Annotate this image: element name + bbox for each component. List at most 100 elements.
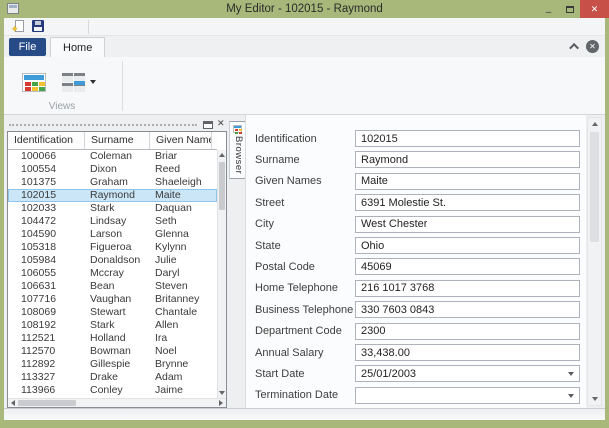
annual-salary-field[interactable]: 33,438.00	[355, 344, 580, 361]
table-row[interactable]: 112521HollandIra	[8, 332, 217, 345]
grid-vertical-scrollbar[interactable]	[217, 150, 226, 398]
table-cell: Reed	[150, 163, 212, 176]
table-row[interactable]: 112570BowmanNoel	[8, 345, 217, 358]
form-row: Start Date25/01/2003	[255, 365, 580, 382]
scrollbar-thumb[interactable]	[18, 400, 76, 406]
table-cell: 113327	[8, 371, 85, 384]
table-cell: 108192	[8, 319, 85, 332]
employee-grid: IdentificationSurnameGiven NamesS 100066…	[7, 131, 227, 408]
table-cell: Gillespie	[85, 358, 150, 371]
table-row[interactable]: 105318FigueroaKylynn	[8, 241, 217, 254]
surname-field[interactable]: Raymond	[355, 151, 580, 168]
table-cell: Britanney	[150, 293, 212, 306]
scroll-up-icon[interactable]	[219, 153, 225, 157]
panel-drag-handle[interactable]: ✕	[7, 121, 226, 130]
dropdown-arrow-icon	[90, 80, 96, 84]
column-header[interactable]: Surname	[85, 132, 150, 150]
table-row[interactable]: 106055MccrayDaryl	[8, 267, 217, 280]
collapse-ribbon-button[interactable]	[572, 43, 579, 50]
field-label: Start Date	[255, 368, 355, 380]
city-field[interactable]: West Chester	[355, 216, 580, 233]
table-cell: Vaughan	[85, 293, 150, 306]
start-date-field[interactable]: 25/01/2003	[355, 365, 580, 382]
table-row[interactable]: 105984DonaldsonJulie	[8, 254, 217, 267]
field-value: 2300	[361, 325, 385, 337]
table-row[interactable]: 100066ColemanBriar	[8, 150, 217, 163]
dropdown-arrow-icon[interactable]	[568, 372, 574, 376]
scrollbar-thumb[interactable]	[219, 162, 225, 210]
street-field[interactable]: 6391 Molestie St.	[355, 194, 580, 211]
quick-access-toolbar: ✦	[4, 18, 605, 36]
column-header[interactable]: Identification	[8, 132, 85, 150]
home-telephone-field[interactable]: 216 1017 3768	[355, 280, 580, 297]
table-row[interactable]: 102015RaymondMaite	[8, 189, 217, 202]
field-value: 6391 Molestie St.	[361, 197, 446, 209]
business-telephone-field[interactable]: 330 7603 0843	[355, 301, 580, 318]
table-row[interactable]: 113966ConleyJaime	[8, 384, 217, 397]
table-row[interactable]: 107716VaughanBritanney	[8, 293, 217, 306]
table-row[interactable]: 113327DrakeAdam	[8, 371, 217, 384]
window-body: ✦ File Home ✕	[4, 18, 605, 420]
pin-icon[interactable]	[203, 121, 213, 129]
scroll-right-icon[interactable]	[219, 400, 223, 406]
table-row[interactable]: 104590LarsonGlenna	[8, 228, 217, 241]
table-cell: 112892	[8, 358, 85, 371]
table-row[interactable]: 106631BeanSteven	[8, 280, 217, 293]
table-row[interactable]: 102033StarkDaquan	[8, 202, 217, 215]
new-document-button[interactable]: ✦	[12, 20, 27, 34]
close-document-icon[interactable]: ✕	[586, 40, 599, 53]
table-cell: Dixon	[85, 163, 150, 176]
table-cell: Julie	[150, 254, 212, 267]
given-names-field[interactable]: Maite	[355, 173, 580, 190]
close-button[interactable]: ✕	[580, 0, 609, 18]
scroll-up-icon[interactable]	[592, 122, 598, 126]
file-button[interactable]: File	[9, 38, 46, 56]
table-cell: Larson	[85, 228, 150, 241]
layout-view-button[interactable]	[56, 63, 102, 101]
field-label: Given Names	[255, 175, 355, 187]
table-cell: 101375	[8, 176, 85, 189]
grid-horizontal-scrollbar[interactable]	[8, 398, 226, 407]
form-row: Department Code2300	[255, 323, 580, 340]
maximize-button[interactable]	[559, 0, 580, 18]
scroll-down-icon[interactable]	[219, 391, 225, 395]
table-cell: Shaeleigh	[150, 176, 212, 189]
field-value: Maite	[361, 175, 388, 187]
table-cell: Chantale	[150, 306, 212, 319]
termination-date-field[interactable]	[355, 387, 580, 404]
tab-browser[interactable]: Browser	[229, 121, 246, 179]
save-button[interactable]	[31, 20, 46, 34]
minimize-button[interactable]: –	[538, 0, 559, 18]
form-row: SurnameRaymond	[255, 151, 580, 168]
table-row[interactable]: 108069StewartChantale	[8, 306, 217, 319]
field-label: Annual Salary	[255, 347, 355, 359]
panel-close-icon[interactable]: ✕	[217, 118, 225, 129]
tab-home[interactable]: Home	[50, 37, 105, 57]
table-row[interactable]: 108192StarkAllen	[8, 319, 217, 332]
form-row: Termination Date	[255, 387, 580, 404]
scroll-left-icon[interactable]	[11, 400, 15, 406]
postal-code-field[interactable]: 45069	[355, 258, 580, 275]
browser-view-button[interactable]	[16, 63, 52, 101]
table-cell: 104590	[8, 228, 85, 241]
table-cell: Briar	[150, 150, 212, 163]
table-row[interactable]: 104472LindsaySeth	[8, 215, 217, 228]
scroll-down-icon[interactable]	[592, 397, 598, 401]
table-row[interactable]: 101375GrahamShaeleigh	[8, 176, 217, 189]
table-cell: Stewart	[85, 306, 150, 319]
ribbon: Views	[4, 57, 605, 115]
form-vertical-scrollbar[interactable]	[587, 117, 602, 406]
identification-field[interactable]: 102015	[355, 130, 580, 147]
dropdown-arrow-icon[interactable]	[568, 394, 574, 398]
state-field[interactable]: Ohio	[355, 237, 580, 254]
field-label: Termination Date	[255, 389, 355, 401]
table-cell: 100066	[8, 150, 85, 163]
column-header[interactable]: S	[212, 132, 217, 150]
table-row[interactable]: 100554DixonReed	[8, 163, 217, 176]
department-code-field[interactable]: 2300	[355, 323, 580, 340]
scrollbar-thumb[interactable]	[590, 132, 599, 242]
table-row[interactable]: 112892GillespieBrynne	[8, 358, 217, 371]
table-cell: 105318	[8, 241, 85, 254]
field-value: Ohio	[361, 240, 384, 252]
column-header[interactable]: Given Names	[150, 132, 212, 150]
